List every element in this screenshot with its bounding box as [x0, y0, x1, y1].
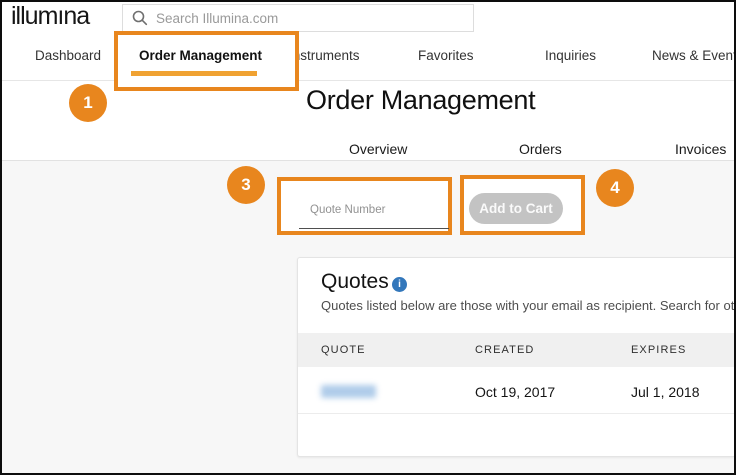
row-divider: [298, 413, 734, 414]
quote-number-input[interactable]: [299, 194, 449, 229]
nav-item-instruments[interactable]: Instruments: [289, 48, 360, 63]
main-nav: [2, 32, 734, 81]
tab-orders[interactable]: Orders: [519, 141, 562, 157]
callout-circle-3: 3: [227, 166, 265, 204]
search-input[interactable]: [156, 11, 436, 26]
expires-date: Jul 1, 2018: [631, 384, 700, 400]
column-header-created: CREATED: [475, 344, 534, 356]
nav-item-favorites[interactable]: Favorites: [418, 48, 474, 63]
nav-item-inquiries[interactable]: Inquiries: [545, 48, 596, 63]
nav-item-dashboard[interactable]: Dashboard: [35, 48, 101, 63]
callout-circle-1: 1: [69, 84, 107, 122]
active-nav-underline: [131, 71, 257, 76]
column-header-expires: EXPIRES: [631, 344, 686, 356]
screenshot-frame: illumına Dashboard Order Management Inst…: [0, 0, 736, 475]
nav-item-news-events[interactable]: News & Events: [652, 48, 736, 63]
callout-circle-4: 4: [596, 169, 634, 207]
page-title: Order Management: [306, 85, 535, 116]
add-to-cart-button[interactable]: Add to Cart: [469, 193, 563, 224]
info-icon[interactable]: i: [392, 277, 407, 292]
quotes-description: Quotes listed below are those with your …: [321, 298, 734, 313]
quote-number-link-blurred[interactable]: [321, 385, 376, 398]
quotes-card: Quotes i Quotes listed below are those w…: [297, 257, 734, 457]
table-row: Oct 19, 2017 Jul 1, 2018: [298, 367, 734, 413]
illumina-logo[interactable]: illumına: [11, 2, 89, 31]
tab-invoices[interactable]: Invoices: [675, 141, 726, 157]
site-search[interactable]: [122, 4, 474, 32]
search-icon: [132, 10, 148, 26]
quotes-section-title: Quotes: [321, 270, 389, 294]
quotes-table-header: QUOTE CREATED EXPIRES: [298, 333, 734, 367]
tab-overview[interactable]: Overview: [349, 141, 407, 157]
nav-item-order-management[interactable]: Order Management: [139, 48, 262, 63]
column-header-quote: QUOTE: [321, 344, 366, 356]
created-date: Oct 19, 2017: [475, 384, 555, 400]
